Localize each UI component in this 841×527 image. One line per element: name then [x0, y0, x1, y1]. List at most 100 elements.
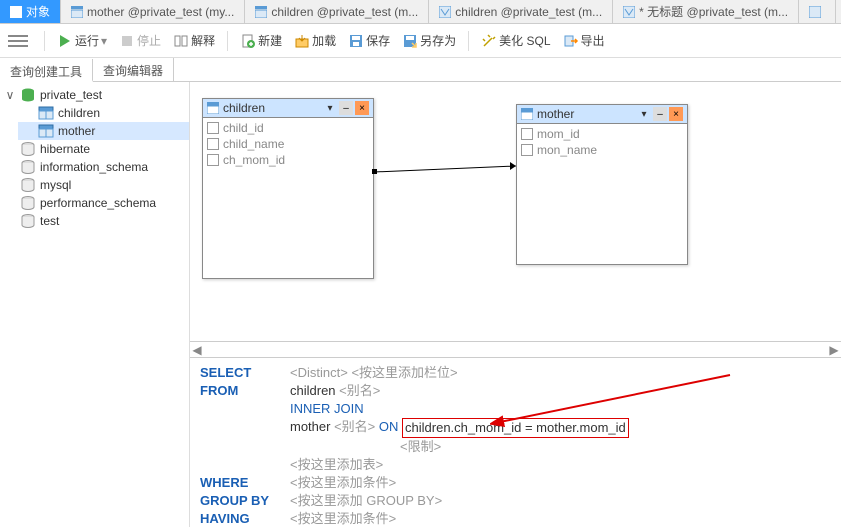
tree-db-private-test[interactable]: ∨ private_test	[0, 86, 189, 104]
tree-db-hibernate[interactable]: hibernate	[0, 140, 189, 158]
sql-join-condition[interactable]: children.ch_mom_id = mother.mom_id	[402, 418, 629, 438]
tree-db-test[interactable]: test	[0, 212, 189, 230]
scroll-right-icon[interactable]: ▶	[827, 343, 841, 357]
load-button[interactable]: 加载	[290, 30, 340, 51]
sql-keyword-having[interactable]: HAVING	[200, 510, 290, 527]
tree-db-mysql[interactable]: mysql	[0, 176, 189, 194]
hscroll[interactable]: ◀ ▶	[190, 341, 841, 357]
database-icon	[20, 160, 36, 174]
join-line	[372, 162, 518, 182]
sql-table-mother[interactable]: mother	[290, 418, 330, 438]
stop-button[interactable]: 停止	[115, 30, 165, 51]
dropdown-icon[interactable]: ▾	[323, 101, 337, 115]
sql-keyword-from[interactable]: FROM	[200, 382, 290, 400]
column-name: child_id	[223, 121, 264, 135]
sql-keyword-where[interactable]: WHERE	[200, 474, 290, 492]
save-icon	[348, 33, 364, 49]
sql-add-table-placeholder[interactable]: <按这里添加表>	[290, 456, 383, 474]
sql-pane: SELECT <Distinct> <按这里添加栏位> FROM childre…	[190, 357, 841, 527]
explain-button[interactable]: 解释	[169, 30, 219, 51]
minimize-icon[interactable]: –	[653, 107, 667, 121]
table-title: children	[223, 101, 323, 115]
column-row[interactable]: child_name	[205, 136, 371, 152]
tree-db-information-schema[interactable]: information_schema	[0, 158, 189, 176]
sql-alias-placeholder[interactable]: <别名>	[334, 418, 375, 438]
designer-table-mother[interactable]: mother ▾ – × mom_id mon_name	[516, 104, 688, 265]
minimize-icon[interactable]: –	[339, 101, 353, 115]
query-designer[interactable]: children ▾ – × child_id child_name ch_mo…	[190, 82, 841, 341]
sql-alias-placeholder[interactable]: <别名>	[339, 382, 380, 400]
table-title: mother	[537, 107, 637, 121]
tab-query-builder[interactable]: 查询创建工具	[0, 59, 93, 82]
main-area: ∨ private_test children mother hibernate	[0, 82, 841, 527]
sql-add-column-placeholder[interactable]: <按这里添加栏位>	[351, 364, 457, 382]
scroll-left-icon[interactable]: ◀	[190, 343, 204, 357]
tree-label: mysql	[40, 178, 71, 192]
tab-label: children @private_test (m...	[271, 5, 418, 19]
tab-untitled[interactable]: * 无标题 @private_test (m...	[613, 0, 799, 23]
new-button[interactable]: 新建	[236, 30, 286, 51]
tab-label: mother @private_test (my...	[87, 5, 234, 19]
query-icon	[623, 6, 635, 18]
table-icon	[521, 108, 533, 120]
save-button[interactable]: 保存	[344, 30, 394, 51]
tab-label: children @private_test (m...	[455, 5, 602, 19]
sql-keyword-group-by[interactable]: GROUP BY	[200, 492, 290, 510]
checkbox[interactable]	[207, 154, 219, 166]
sql-distinct-placeholder[interactable]: <Distinct>	[290, 364, 348, 382]
tab-children-2[interactable]: children @private_test (m...	[429, 0, 613, 23]
beautify-button[interactable]: 美化 SQL	[477, 30, 554, 51]
column-row[interactable]: ch_mom_id	[205, 152, 371, 168]
export-button[interactable]: 导出	[559, 30, 609, 51]
hamburger-icon[interactable]	[8, 31, 28, 51]
designer-table-children[interactable]: children ▾ – × child_id child_name ch_mo…	[202, 98, 374, 279]
btn-label: 另存为	[420, 32, 456, 49]
sql-keyword-on[interactable]: ON	[379, 418, 399, 438]
tab-label: 对象	[26, 3, 50, 20]
query-icon	[439, 6, 451, 18]
sql-keyword-inner-join[interactable]: INNER JOIN	[290, 400, 364, 418]
dropdown-icon[interactable]: ▾	[637, 107, 651, 121]
tab-mother[interactable]: mother @private_test (my...	[61, 0, 245, 23]
tab-query-editor[interactable]: 查询编辑器	[93, 58, 174, 81]
checkbox[interactable]	[207, 122, 219, 134]
sql-limit-placeholder[interactable]: <限制>	[400, 438, 441, 456]
sql-table-children[interactable]: children	[290, 382, 336, 400]
collapse-icon[interactable]: ∨	[4, 88, 16, 102]
right-pane: children ▾ – × child_id child_name ch_mo…	[190, 82, 841, 527]
db-tree: ∨ private_test children mother hibernate	[0, 82, 190, 527]
checkbox[interactable]	[207, 138, 219, 150]
top-tabs: 对象 mother @private_test (my... children …	[0, 0, 841, 24]
save-as-button[interactable]: 另存为	[398, 30, 460, 51]
table-header[interactable]: mother ▾ – ×	[517, 105, 687, 124]
sql-add-group-placeholder[interactable]: <按这里添加 GROUP BY>	[290, 492, 442, 510]
column-row[interactable]: mon_name	[519, 142, 685, 158]
btn-label: 美化 SQL	[499, 32, 550, 49]
table-icon	[255, 6, 267, 18]
run-button[interactable]: 运行 ▾	[53, 30, 111, 51]
tab-objects[interactable]: 对象	[0, 0, 61, 23]
btn-label: 停止	[137, 32, 161, 49]
table-header[interactable]: children ▾ – ×	[203, 99, 373, 118]
close-icon[interactable]: ×	[355, 101, 369, 115]
tab-children-1[interactable]: children @private_test (m...	[245, 0, 429, 23]
separator	[44, 31, 45, 51]
tab-more[interactable]	[799, 0, 836, 23]
sql-add-condition-placeholder[interactable]: <按这里添加条件>	[290, 510, 396, 527]
close-icon[interactable]: ×	[669, 107, 683, 121]
tree-table-children[interactable]: children	[18, 104, 189, 122]
checkbox[interactable]	[521, 128, 533, 140]
tree-db-performance-schema[interactable]: performance_schema	[0, 194, 189, 212]
database-icon	[20, 214, 36, 228]
explain-icon	[173, 33, 189, 49]
dropdown-icon: ▾	[101, 34, 107, 48]
column-row[interactable]: child_id	[205, 120, 371, 136]
table-icon	[71, 6, 83, 18]
column-row[interactable]: mom_id	[519, 126, 685, 142]
tree-table-mother[interactable]: mother	[18, 122, 189, 140]
sql-add-condition-placeholder[interactable]: <按这里添加条件>	[290, 474, 396, 492]
checkbox[interactable]	[521, 144, 533, 156]
column-name: ch_mom_id	[223, 153, 285, 167]
sql-keyword-select[interactable]: SELECT	[200, 364, 290, 382]
table-icon	[38, 124, 54, 138]
